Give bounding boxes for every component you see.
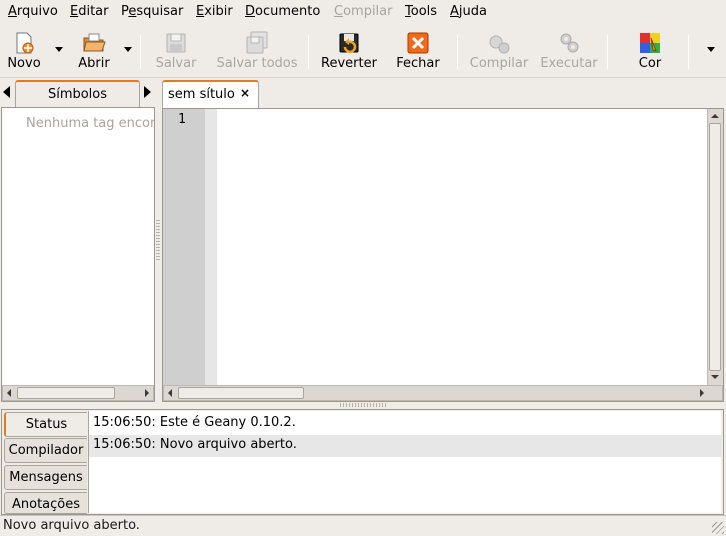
message-text: 15:06:50: Este é Geany 0.10.2. — [93, 415, 296, 430]
menu-editar[interactable]: Editar — [70, 4, 109, 19]
symbols-hscrollbar[interactable] — [2, 385, 154, 401]
toolbar-separator — [688, 35, 689, 69]
toolbar: Novo Abrir Salvar Salvar todos Reverter … — [0, 25, 726, 78]
status-text: Novo arquivo aberto. — [3, 518, 140, 533]
pane-resize-handle[interactable] — [156, 220, 160, 260]
tab-notes[interactable]: Anotações — [4, 492, 87, 514]
tab-symbols[interactable]: Símbolos — [15, 80, 140, 107]
menu-arquivo[interactable]: Arquivo — [8, 4, 58, 19]
color-button[interactable]: Cor — [622, 25, 678, 75]
tab-document-label: sem sítulo — [168, 87, 235, 102]
save-all-button[interactable]: Salvar todos — [212, 25, 302, 75]
symbols-panel[interactable]: Nenhuma tag encon — [1, 107, 155, 402]
menu-editar-label: ditar — [78, 4, 109, 19]
scroll-right-arrow[interactable] — [700, 389, 704, 397]
compile-icon — [489, 35, 510, 54]
sidebar-tab-scroll-right[interactable] — [144, 86, 151, 98]
menu-tools[interactable]: Tools — [405, 4, 437, 19]
execute-label: Executar — [540, 56, 598, 71]
tab-status[interactable]: Status — [4, 412, 87, 437]
menu-pesquisar[interactable]: Pesquisar — [121, 4, 183, 19]
tab-compiler-label: Compilador — [8, 443, 84, 458]
line-number-gutter: 1 — [163, 109, 205, 385]
revert-label: Reverter — [321, 56, 377, 71]
menu-arquivo-label: rquivo — [16, 4, 58, 19]
editor-vscroll-thumb[interactable] — [709, 123, 721, 371]
resize-grip-icon[interactable] — [712, 522, 724, 534]
save-icon — [166, 33, 186, 53]
vertical-pane-resize-handle[interactable] — [340, 403, 386, 407]
toolbar-separator — [457, 35, 458, 69]
close-label: Fechar — [396, 56, 440, 71]
menu-pesquisar-label: squisar — [136, 4, 184, 19]
menu-bar: Arquivo Editar Pesquisar Exibir Document… — [0, 0, 726, 25]
menu-exibir-label: xibir — [204, 4, 233, 19]
fold-margin — [205, 109, 217, 385]
open-button[interactable]: Abrir — [72, 25, 116, 75]
toolbar-separator — [140, 35, 141, 69]
symbols-hscroll-thumb[interactable] — [17, 387, 115, 399]
menu-tools-label: ools — [410, 4, 438, 19]
message-text: 15:06:50: Novo arquivo aberto. — [93, 437, 297, 452]
tab-status-label: Status — [25, 417, 68, 432]
color-label: Cor — [638, 56, 662, 71]
scroll-right-arrow[interactable] — [145, 389, 149, 397]
open-label: Abrir — [78, 56, 110, 71]
tab-close-icon[interactable]: × — [240, 86, 250, 100]
list-item[interactable]: 15:06:50: Novo arquivo aberto. — [89, 435, 722, 457]
execute-gears-icon — [560, 33, 579, 53]
menu-documento-label: ocumento — [255, 4, 321, 19]
new-dropdown-arrow[interactable] — [55, 47, 63, 52]
editor-hscrollbar[interactable] — [163, 385, 723, 401]
scroll-up-arrow[interactable] — [711, 114, 719, 118]
line-number: 1 — [178, 112, 186, 127]
close-x-icon — [407, 32, 429, 54]
save-label: Salvar — [155, 56, 197, 71]
menu-compilar-label: ompilar — [343, 4, 393, 19]
tab-messages-label: Mensagens — [9, 470, 83, 485]
scroll-left-arrow[interactable] — [7, 389, 11, 397]
close-button[interactable]: Fechar — [390, 25, 446, 75]
save-button[interactable]: Salvar — [148, 25, 204, 75]
scroll-down-arrow[interactable] — [711, 375, 719, 379]
new-file-icon — [16, 32, 34, 54]
menu-compilar[interactable]: Compilar — [334, 4, 392, 19]
tab-symbols-label: Símbolos — [47, 87, 108, 102]
revert-button[interactable]: Reverter — [316, 25, 382, 75]
compile-button[interactable]: Compilar — [466, 25, 532, 75]
execute-button[interactable]: Executar — [536, 25, 602, 75]
editor-vscrollbar[interactable] — [707, 109, 723, 385]
menu-ajuda-label: juda — [458, 4, 487, 19]
code-editor[interactable]: 1 — [162, 108, 724, 402]
list-item[interactable]: 15:06:50: Este é Geany 0.10.2. — [89, 413, 722, 435]
open-folder-icon — [83, 33, 106, 52]
save-all-label: Salvar todos — [216, 56, 298, 71]
open-dropdown-arrow[interactable] — [124, 47, 132, 52]
editor-hscroll-thumb[interactable] — [178, 387, 304, 399]
scroll-left-arrow[interactable] — [168, 389, 172, 397]
tab-messages[interactable]: Mensagens — [4, 465, 87, 490]
status-message-list[interactable]: 15:06:50: Este é Geany 0.10.2. 15:06:50:… — [88, 411, 722, 513]
new-label: Novo — [7, 56, 41, 71]
toolbar-overflow-arrow[interactable] — [707, 47, 715, 52]
revert-icon — [339, 33, 359, 54]
compile-label: Compilar — [469, 56, 529, 71]
menu-exibir[interactable]: Exibir — [196, 4, 233, 19]
status-bar: Novo arquivo aberto. — [0, 515, 726, 536]
sidebar-tab-scroll-left[interactable] — [3, 86, 10, 98]
color-picker-icon — [640, 33, 660, 53]
new-button[interactable]: Novo — [2, 25, 46, 75]
symbols-empty-text: Nenhuma tag encon — [26, 116, 154, 131]
toolbar-separator — [607, 35, 608, 69]
save-all-icon — [246, 31, 268, 54]
tab-document[interactable]: sem sítulo × — [162, 80, 259, 109]
toolbar-separator — [308, 35, 309, 69]
message-window: Status Compilador Mensagens Anotações 15… — [1, 409, 724, 515]
menu-ajuda[interactable]: Ajuda — [450, 4, 487, 19]
tab-notes-label: Anotações — [11, 497, 81, 512]
tab-compiler[interactable]: Compilador — [4, 438, 87, 463]
menu-documento[interactable]: Documento — [245, 4, 320, 19]
